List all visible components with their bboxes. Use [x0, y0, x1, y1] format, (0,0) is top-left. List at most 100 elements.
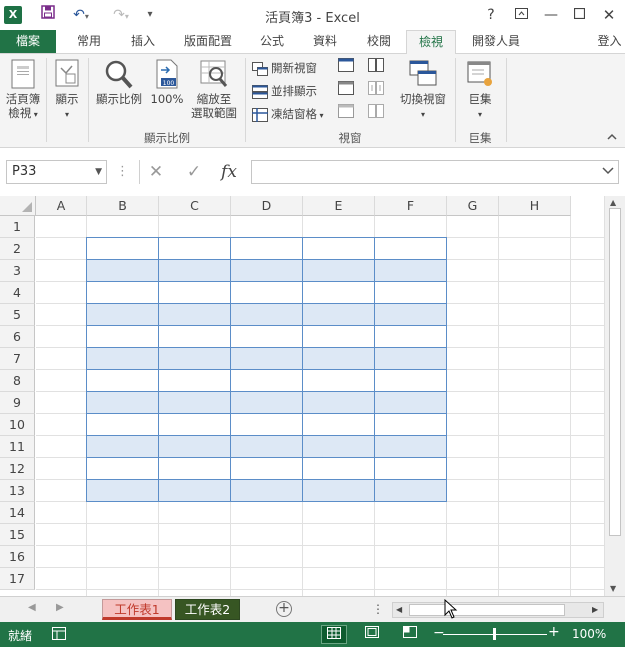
column-header-c[interactable]: C: [159, 196, 231, 216]
synchronous-scrolling-button[interactable]: [368, 81, 384, 101]
table-row[interactable]: [87, 392, 447, 414]
vertical-scroll-thumb[interactable]: [609, 208, 621, 536]
row-header-6[interactable]: 6: [0, 326, 35, 348]
name-box-dropdown-icon[interactable]: ▼: [95, 161, 102, 183]
table-row[interactable]: [87, 370, 447, 392]
show-button[interactable]: 顯示 ▾: [50, 58, 84, 122]
formula-input[interactable]: [251, 160, 619, 184]
row-header-14[interactable]: 14: [0, 502, 35, 524]
scroll-down-icon[interactable]: ▼: [610, 584, 616, 593]
row-header-8[interactable]: 8: [0, 370, 35, 392]
expand-formula-bar-icon[interactable]: [602, 164, 614, 179]
row-header-13[interactable]: 13: [0, 480, 35, 502]
reset-window-position-button[interactable]: [368, 104, 384, 124]
table-row[interactable]: [87, 260, 447, 282]
column-header-f[interactable]: F: [375, 196, 447, 216]
macros-button[interactable]: 巨集 ▾: [458, 58, 502, 122]
vertical-scrollbar[interactable]: ▲ ▼: [604, 196, 625, 596]
save-icon[interactable]: [38, 5, 58, 25]
scroll-left-icon[interactable]: ◀: [396, 603, 402, 617]
select-all-button[interactable]: [0, 196, 36, 216]
column-header-d[interactable]: D: [231, 196, 303, 216]
next-sheet-icon[interactable]: ▶: [56, 602, 64, 613]
tab-home[interactable]: 常用: [68, 30, 110, 54]
row-header-16[interactable]: 16: [0, 546, 35, 568]
zoom-100-button[interactable]: 100 100%: [148, 58, 186, 106]
hide-button[interactable]: [338, 81, 354, 101]
normal-view-button[interactable]: [321, 625, 347, 644]
table-row[interactable]: [87, 282, 447, 304]
name-box[interactable]: P33 ▼: [6, 160, 107, 184]
tab-developer[interactable]: 開發人員: [464, 30, 528, 54]
add-sheet-icon[interactable]: +: [276, 601, 292, 617]
maximize-icon[interactable]: [567, 4, 591, 26]
zoom-to-selection-button[interactable]: 縮放至 選取範圍: [186, 58, 242, 120]
help-button[interactable]: ?: [479, 4, 503, 26]
row-header-2[interactable]: 2: [0, 238, 35, 260]
row-header-3[interactable]: 3: [0, 260, 35, 282]
column-header-g[interactable]: G: [447, 196, 499, 216]
row-header-12[interactable]: 12: [0, 458, 35, 480]
workbook-views-button[interactable]: 活頁簿 檢視 ▾: [3, 58, 43, 122]
horizontal-scrollbar[interactable]: ◀ ▶: [392, 602, 604, 618]
page-break-preview-button[interactable]: [397, 625, 423, 644]
row-header-5[interactable]: 5: [0, 304, 35, 326]
customize-qat-icon[interactable]: ▾: [142, 5, 158, 25]
collapse-ribbon-icon[interactable]: [607, 132, 617, 143]
scroll-right-icon[interactable]: ▶: [592, 603, 598, 617]
tab-formulas[interactable]: 公式: [252, 30, 292, 54]
minimize-icon[interactable]: —: [539, 4, 563, 26]
new-window-button[interactable]: 開新視窗: [252, 58, 317, 78]
table-row[interactable]: [87, 326, 447, 348]
row-header-1[interactable]: 1: [0, 216, 35, 238]
row-header-4[interactable]: 4: [0, 282, 35, 304]
switch-windows-button[interactable]: 切換視窗 ▾: [396, 58, 450, 122]
close-icon[interactable]: ✕: [597, 4, 621, 26]
view-side-by-side-button[interactable]: [368, 58, 384, 78]
table-row[interactable]: [87, 414, 447, 436]
worksheet-grid[interactable]: ABCDEFGH 1 2 3 4 5 6 7 8 9 10 11 12 13 14 15 16 17: [0, 196, 604, 596]
split-button[interactable]: [338, 58, 354, 78]
row-header-9[interactable]: 9: [0, 392, 35, 414]
tab-review[interactable]: 校閱: [358, 30, 400, 54]
ribbon-display-options-icon[interactable]: [509, 4, 533, 26]
column-header-h[interactable]: H: [499, 196, 571, 216]
prev-sheet-icon[interactable]: ◀: [28, 602, 36, 613]
page-layout-view-button[interactable]: [359, 625, 385, 644]
arrange-all-button[interactable]: 並排顯示: [252, 81, 317, 101]
more-options-icon[interactable]: ⋮: [116, 160, 129, 184]
column-header-b[interactable]: B: [87, 196, 159, 216]
freeze-panes-button[interactable]: 凍結窗格 ▾: [252, 104, 324, 124]
cancel-icon[interactable]: ✕: [141, 160, 171, 184]
row-header-11[interactable]: 11: [0, 436, 35, 458]
unhide-button[interactable]: [338, 104, 354, 124]
column-header-e[interactable]: E: [303, 196, 375, 216]
sheet-tab-2[interactable]: 工作表2: [175, 599, 240, 620]
redo-icon[interactable]: ↷▾: [106, 5, 136, 25]
table-row[interactable]: [87, 458, 447, 480]
zoom-out-icon[interactable]: −: [433, 625, 445, 641]
sheet-tab-1[interactable]: 工作表1: [102, 599, 172, 620]
table-row[interactable]: [87, 480, 447, 502]
zoom-in-icon[interactable]: +: [548, 624, 560, 640]
zoom-slider-thumb[interactable]: [493, 628, 496, 640]
enter-icon[interactable]: ✓: [179, 160, 209, 184]
table-row[interactable]: [87, 238, 447, 260]
zoom-button[interactable]: 顯示比例: [92, 58, 146, 106]
row-header-7[interactable]: 7: [0, 348, 35, 370]
tab-insert[interactable]: 插入: [122, 30, 164, 54]
column-header-a[interactable]: A: [36, 196, 87, 216]
table-row[interactable]: [87, 348, 447, 370]
row-header-10[interactable]: 10: [0, 414, 35, 436]
excel-app-icon[interactable]: X: [4, 6, 22, 24]
row-header-15[interactable]: 15: [0, 524, 35, 546]
row-header-17[interactable]: 17: [0, 568, 35, 590]
tab-data[interactable]: 資料: [304, 30, 346, 54]
horizontal-scroll-thumb[interactable]: [409, 604, 565, 616]
tab-page-layout[interactable]: 版面配置: [176, 30, 240, 54]
table-row[interactable]: [87, 304, 447, 326]
tab-file[interactable]: 檔案: [0, 30, 56, 53]
undo-icon[interactable]: ↶▾: [66, 5, 96, 25]
tab-view[interactable]: 檢視: [406, 30, 456, 55]
zoom-level[interactable]: 100%: [572, 627, 606, 641]
